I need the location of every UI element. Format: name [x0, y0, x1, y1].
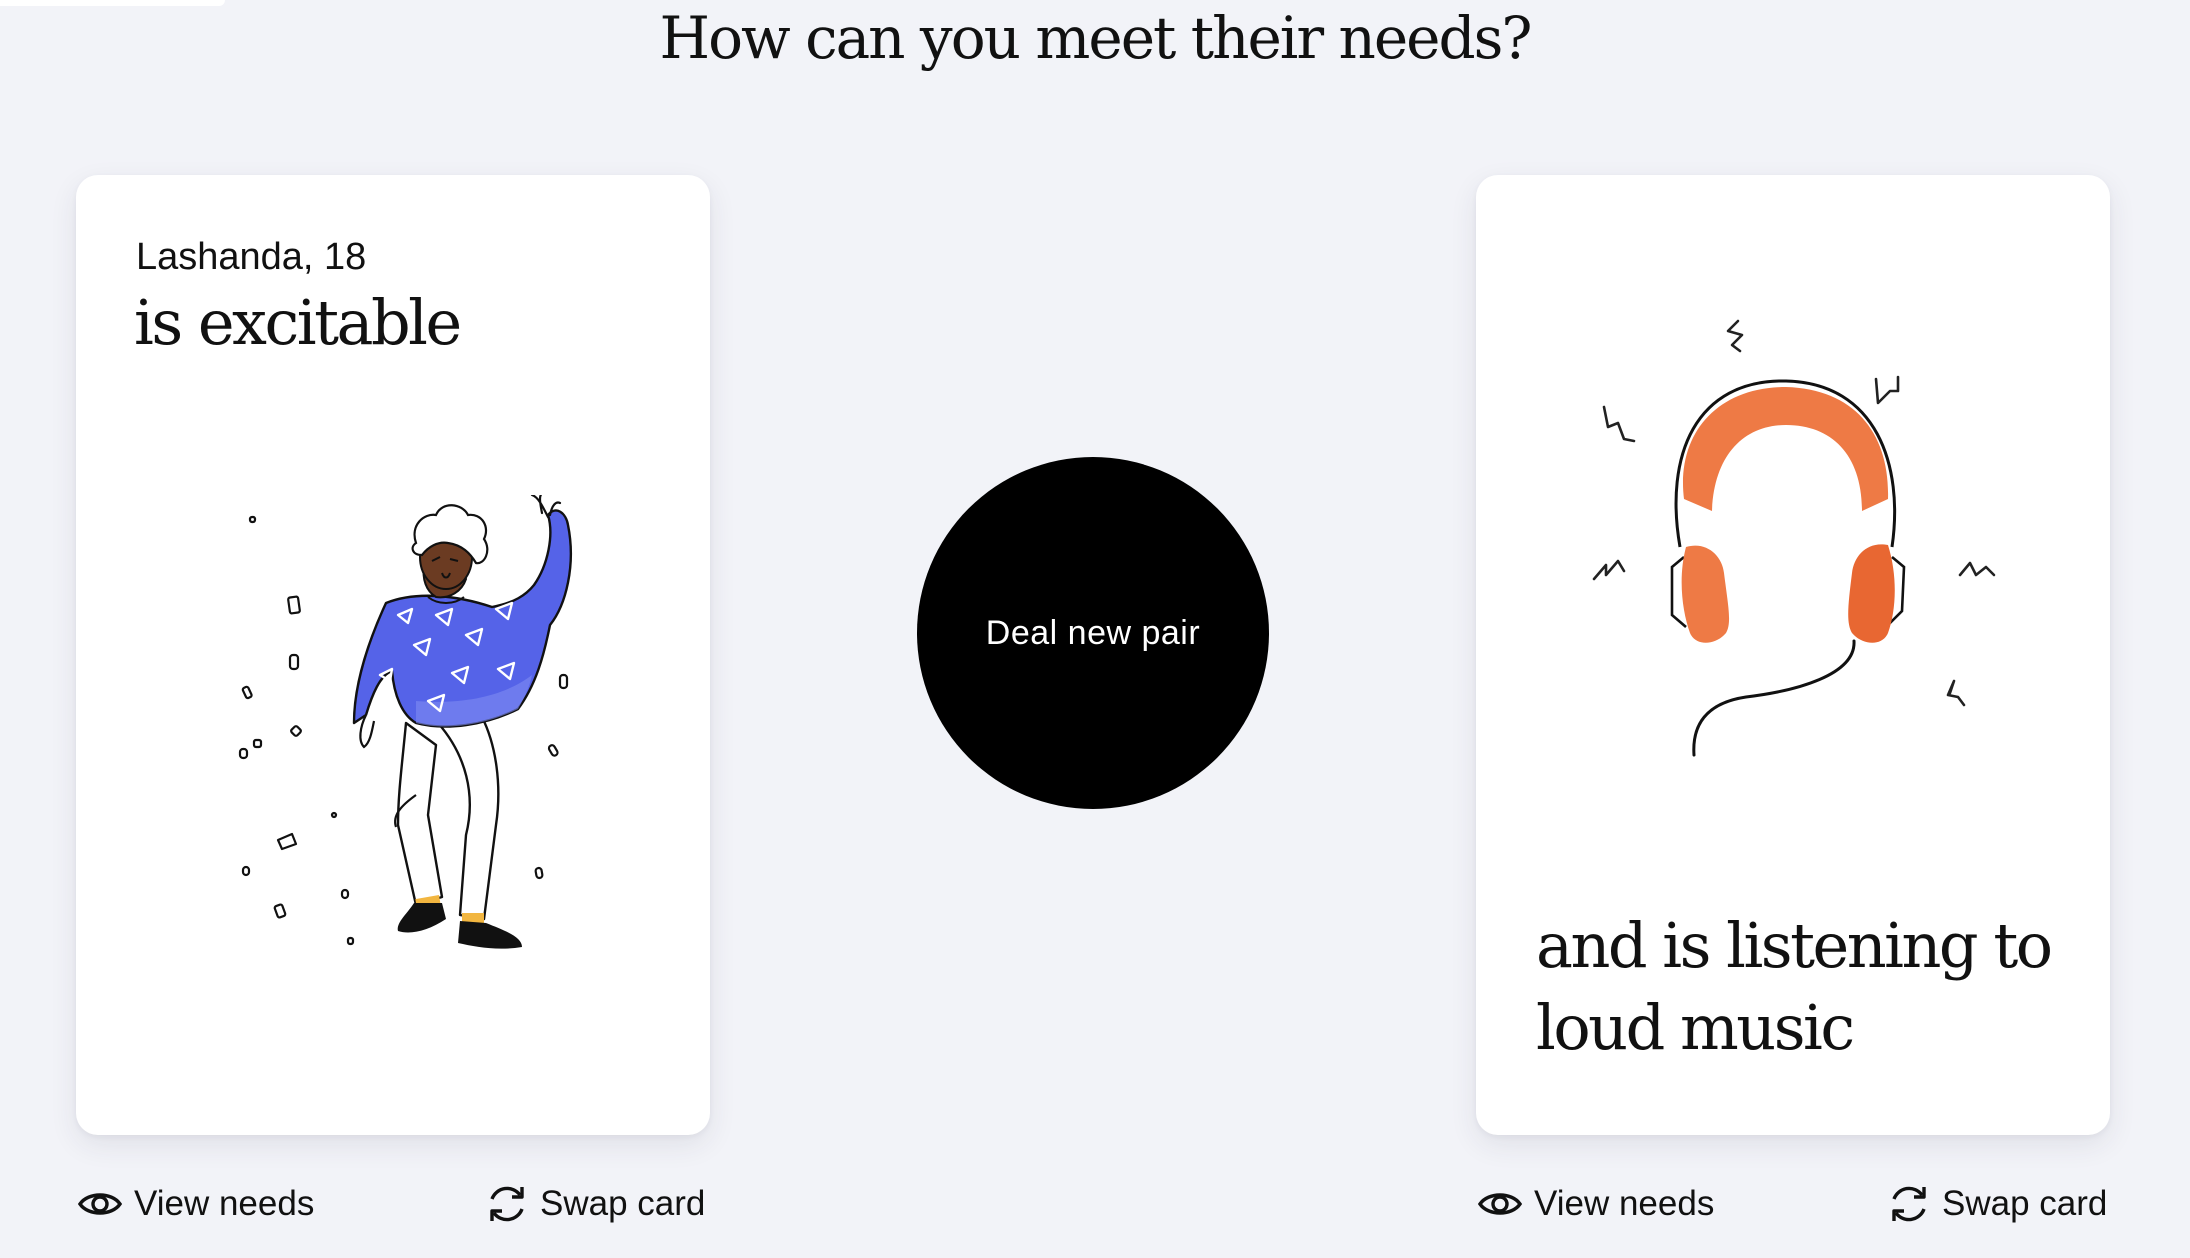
eye-icon [1478, 1193, 1522, 1215]
dancing-person-illustration [238, 495, 572, 949]
swap-card-label: Swap card [1942, 1184, 2108, 1223]
situation-text: and is listening to loud music [1536, 909, 2053, 1064]
headphones-illustration [1592, 319, 1996, 757]
view-needs-label: View needs [1534, 1184, 1715, 1223]
left-swap-card-button[interactable]: Swap card [486, 1180, 705, 1228]
right-view-needs-button[interactable]: View needs [1478, 1180, 1714, 1228]
situation-card: and is listening to loud music [1476, 175, 2110, 1135]
person-name-age: Lashanda, 18 [136, 236, 367, 278]
eye-icon [78, 1193, 122, 1215]
refresh-icon [490, 1186, 524, 1222]
view-needs-label: View needs [134, 1184, 315, 1223]
page-title: How can you meet their needs? [659, 4, 1533, 72]
left-view-needs-button[interactable]: View needs [78, 1180, 314, 1228]
right-swap-card-button[interactable]: Swap card [1888, 1180, 2107, 1228]
person-card: Lashanda, 18 is excitable [76, 175, 710, 1135]
person-trait: is excitable [134, 286, 462, 359]
swap-card-label: Swap card [540, 1184, 706, 1223]
refresh-icon [1892, 1186, 1926, 1222]
deal-new-pair-button[interactable]: Deal new pair [917, 457, 1269, 809]
